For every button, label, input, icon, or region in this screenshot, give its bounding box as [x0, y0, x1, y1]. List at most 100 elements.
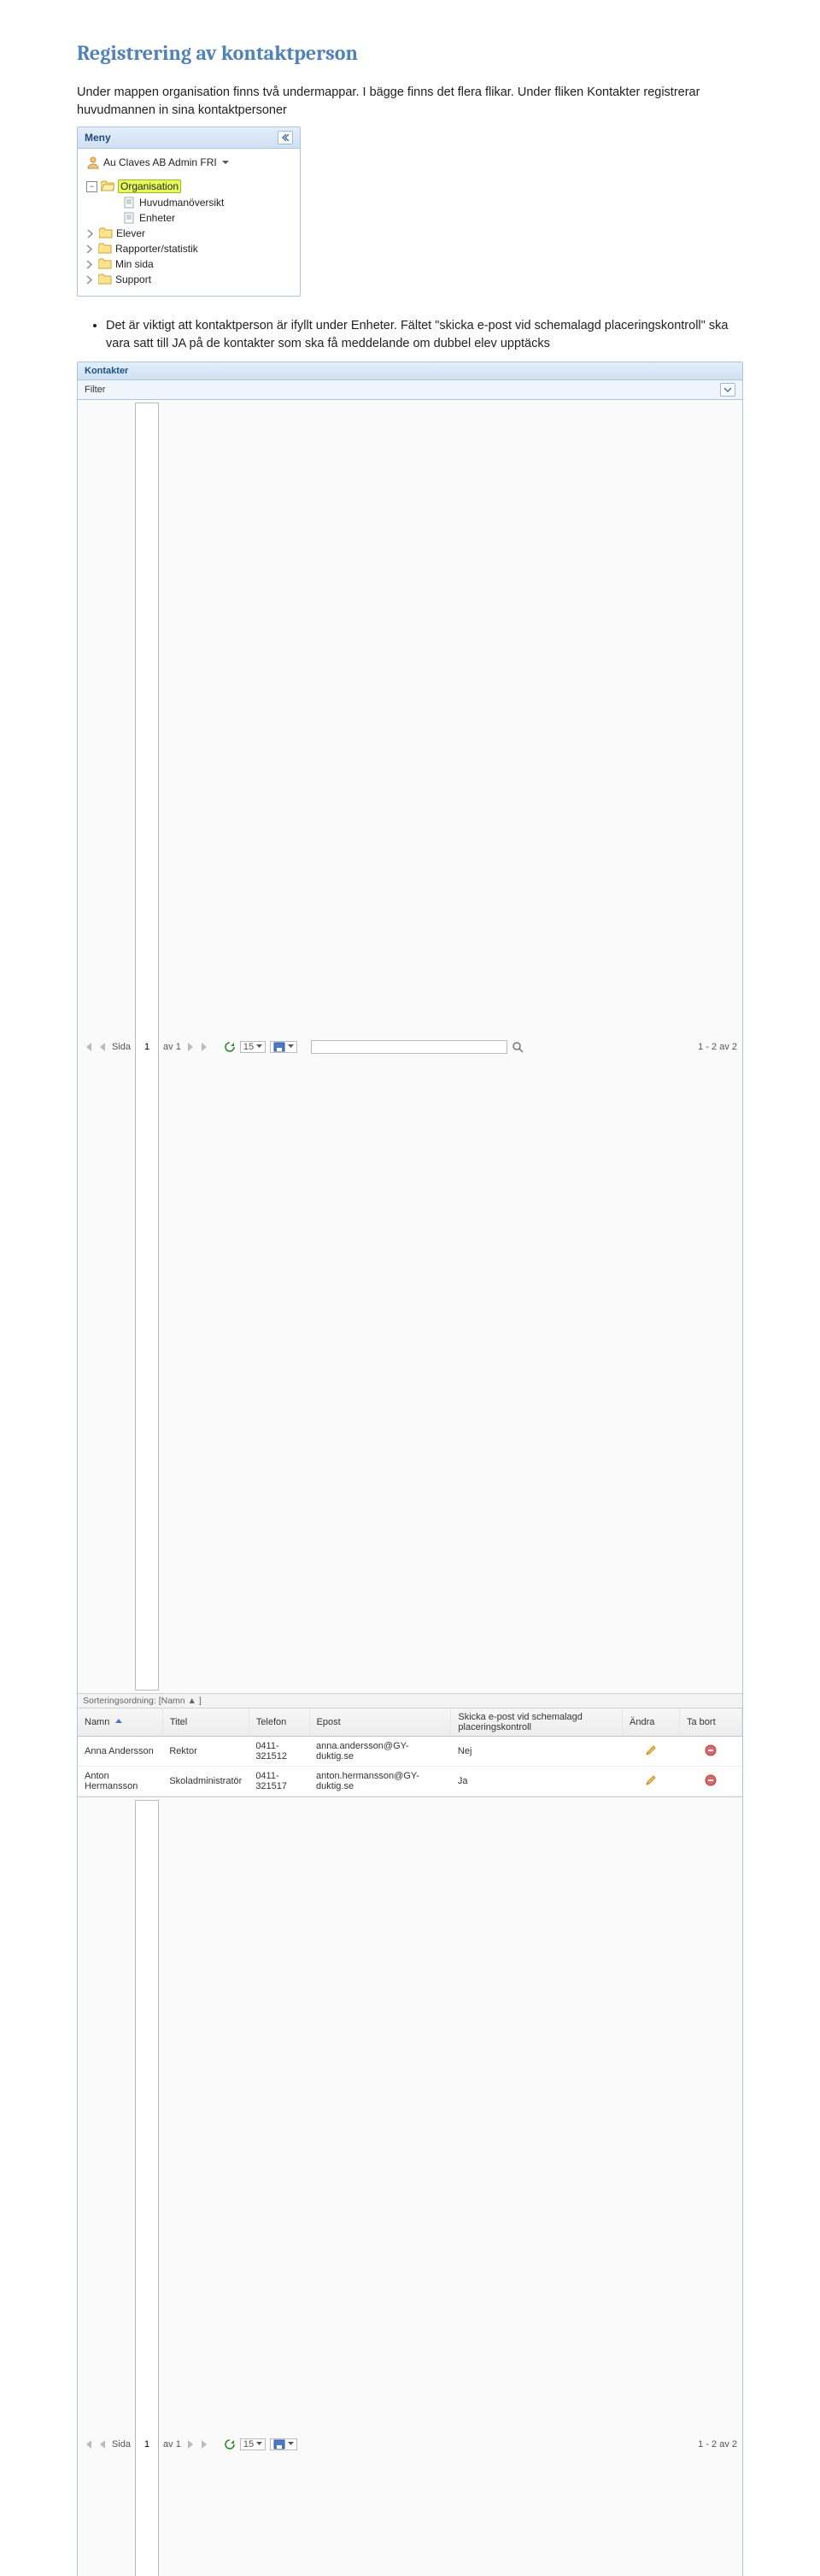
- kontakter-title: Kontakter: [78, 362, 742, 380]
- menu-item-huvudmanoversikt[interactable]: Huvudmanöversikt: [83, 195, 296, 210]
- folder-icon: [98, 243, 112, 255]
- sort-asc-icon: [115, 1718, 122, 1725]
- prev-page-icon[interactable]: [97, 1042, 108, 1052]
- last-page-icon[interactable]: [200, 2439, 210, 2450]
- kontakter-table: Namn Titel Telefon Epost Skicka e-post v…: [78, 1709, 742, 1797]
- table-row[interactable]: Anna AnderssonRektor0411-321512anna.ande…: [78, 1737, 742, 1767]
- col-namn[interactable]: Namn: [78, 1709, 162, 1737]
- chevron-down-icon: [288, 1044, 294, 1049]
- menu-minsida-label: Min sida: [115, 258, 154, 270]
- count-label-bottom: 1 - 2 av 2: [698, 2439, 737, 2450]
- edit-button[interactable]: [645, 1744, 657, 1756]
- bullet-kontakt: Det är viktigt att kontaktperson är ifyl…: [106, 317, 743, 353]
- prev-page-icon[interactable]: [97, 2439, 108, 2450]
- page-size-select[interactable]: 15: [240, 1041, 266, 1053]
- sida-label-b: Sida: [112, 2439, 131, 2450]
- refresh-icon[interactable]: [224, 2438, 236, 2450]
- page-size-select-b[interactable]: 15: [240, 2438, 266, 2450]
- export-select-b[interactable]: [270, 2438, 297, 2450]
- menu-org-label: Organisation: [118, 179, 181, 193]
- sort-info: Sorteringsordning: [Namn ▲ ]: [78, 1694, 742, 1709]
- folder-open-icon: [101, 180, 114, 192]
- menu-item-support[interactable]: Support: [83, 272, 296, 287]
- menu-title: Meny: [85, 132, 111, 144]
- delete-icon: [705, 1744, 717, 1756]
- col-tabort[interactable]: Ta bort: [680, 1709, 742, 1737]
- filter-label[interactable]: Filter: [85, 385, 105, 395]
- chevron-right-icon: [86, 244, 93, 254]
- cell-epost: anton.hermansson@GY-duktig.se: [309, 1767, 451, 1797]
- collapse-button[interactable]: [278, 131, 293, 144]
- save-icon: [273, 2439, 285, 2450]
- menu-item-rapporter[interactable]: Rapporter/statistik: [83, 241, 296, 256]
- menu-enh-label: Enheter: [139, 212, 175, 224]
- save-icon: [273, 1042, 285, 1052]
- filter-expand-button[interactable]: [720, 383, 735, 397]
- search-input[interactable]: [311, 1040, 507, 1054]
- cell-schema: Nej: [451, 1737, 623, 1767]
- page-input-b[interactable]: [135, 1800, 159, 2576]
- sida-label: Sida: [112, 1042, 131, 1052]
- page-title: Registrering av kontaktperson: [77, 41, 743, 65]
- table-header-row: Namn Titel Telefon Epost Skicka e-post v…: [78, 1709, 742, 1737]
- edit-button[interactable]: [645, 1774, 657, 1786]
- menu-user-label: Au Claves AB Admin FRI: [103, 156, 217, 168]
- chevron-right-icon: [87, 229, 94, 238]
- menu-item-minsida[interactable]: Min sida: [83, 256, 296, 272]
- col-titel[interactable]: Titel: [162, 1709, 249, 1737]
- menu-support-label: Support: [115, 273, 151, 285]
- menu-rapp-label: Rapporter/statistik: [115, 243, 198, 255]
- search-icon[interactable]: [512, 1041, 524, 1053]
- table-row[interactable]: Anton HermanssonSkoladministratör0411-32…: [78, 1767, 742, 1797]
- page-icon: [124, 197, 136, 209]
- cell-namn: Anna Andersson: [78, 1737, 162, 1767]
- menu-user-row[interactable]: Au Claves AB Admin FRI: [83, 154, 296, 171]
- folder-icon: [98, 273, 112, 285]
- cell-epost: anna.andersson@GY-duktig.se: [309, 1737, 451, 1767]
- last-page-icon[interactable]: [200, 1042, 210, 1052]
- av-label-b: av 1: [163, 2439, 181, 2450]
- page-input[interactable]: [135, 403, 159, 1691]
- dropdown-icon: [222, 159, 229, 166]
- menu-item-organisation[interactable]: − Organisation: [83, 178, 296, 195]
- pencil-icon: [645, 1744, 657, 1756]
- page-icon: [124, 212, 136, 224]
- next-page-icon[interactable]: [185, 1042, 196, 1052]
- menu-elever-label: Elever: [116, 227, 145, 239]
- col-epost[interactable]: Epost: [309, 1709, 451, 1737]
- folder-icon: [99, 227, 113, 239]
- delete-button[interactable]: [705, 1744, 717, 1756]
- folder-icon: [98, 258, 112, 270]
- cell-titel: Rektor: [162, 1737, 249, 1767]
- kontakter-panel: Kontakter Filter Sida av 1 15: [77, 362, 743, 2576]
- chevron-down-icon: [288, 2442, 294, 2446]
- menu-item-elever[interactable]: + Elever: [83, 226, 296, 241]
- col-andra[interactable]: Ändra: [623, 1709, 680, 1737]
- chevron-right-icon: [86, 260, 93, 269]
- chevron-down-icon: [256, 1044, 262, 1049]
- first-page-icon[interactable]: [83, 1042, 93, 1052]
- cell-telefon: 0411-321512: [249, 1737, 309, 1767]
- pager-top: Sida av 1 15: [78, 400, 742, 1694]
- chevron-down-icon: [256, 2442, 262, 2446]
- chevron-right-icon: [86, 275, 93, 285]
- cell-namn: Anton Hermansson: [78, 1767, 162, 1797]
- col-schema[interactable]: Skicka e-post vid schemalagd placeringsk…: [451, 1709, 623, 1737]
- cell-titel: Skoladministratör: [162, 1767, 249, 1797]
- pager-bottom: Sida av 1 15 1 - 2 av 2: [78, 1797, 742, 2576]
- export-select[interactable]: [270, 1041, 297, 1053]
- first-page-icon[interactable]: [83, 2439, 93, 2450]
- intro-paragraph: Under mappen organisation finns två unde…: [77, 84, 743, 120]
- person-icon: [86, 156, 100, 169]
- delete-button[interactable]: [705, 1774, 717, 1786]
- av-label: av 1: [163, 1042, 181, 1052]
- chevron-down-icon: [723, 386, 732, 393]
- menu-item-enheter[interactable]: Enheter: [83, 210, 296, 226]
- refresh-icon[interactable]: [224, 1041, 236, 1053]
- col-telefon[interactable]: Telefon: [249, 1709, 309, 1737]
- collapse-minus-icon[interactable]: −: [86, 181, 97, 192]
- next-page-icon[interactable]: [185, 2439, 196, 2450]
- cell-schema: Ja: [451, 1767, 623, 1797]
- pencil-icon: [645, 1774, 657, 1786]
- count-label-top: 1 - 2 av 2: [698, 1042, 737, 1052]
